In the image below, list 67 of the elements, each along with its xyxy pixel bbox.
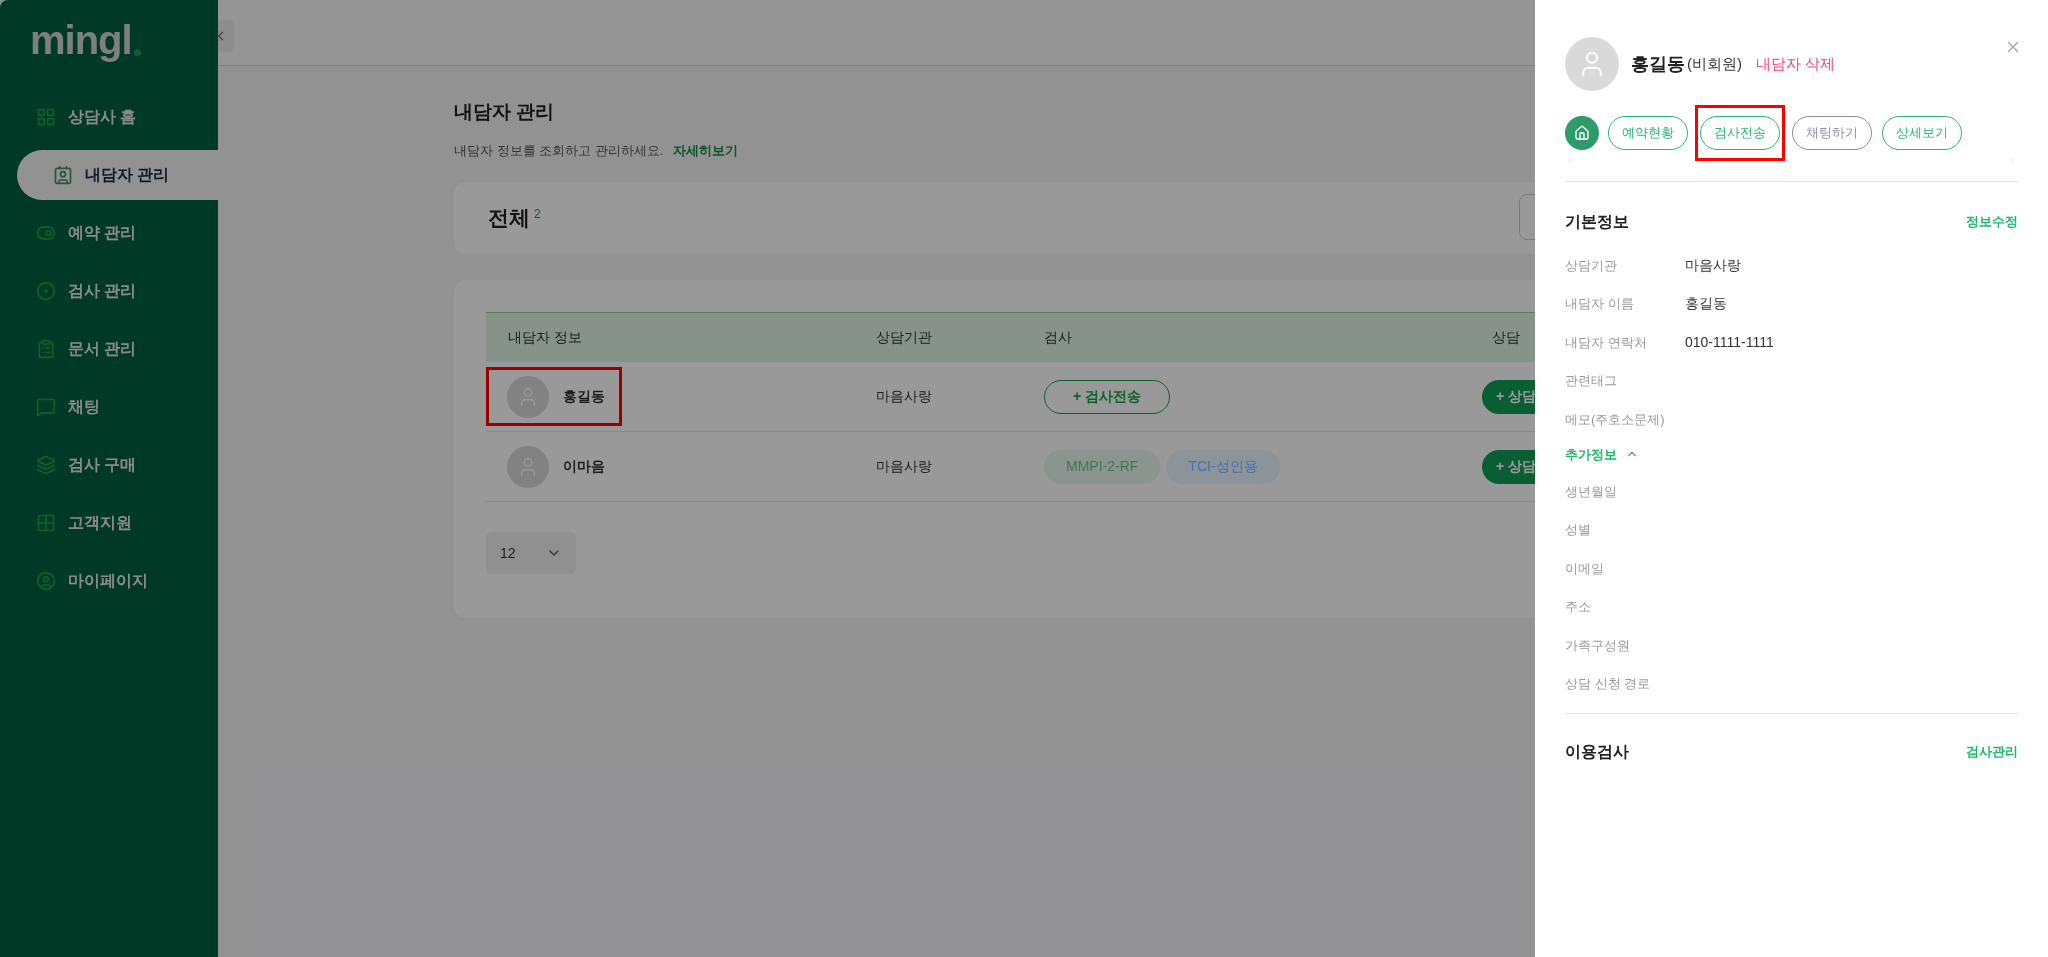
action-tab[interactable]: 상세보기: [1882, 116, 1962, 150]
help-link[interactable]: 자세히보기: [673, 140, 739, 160]
home-button[interactable]: [1565, 116, 1599, 150]
section-title: 이용검사: [1565, 742, 1629, 762]
menu-icon: [36, 513, 56, 533]
column-header: 상담: [1492, 328, 1520, 347]
column-header: 검사: [1044, 328, 1073, 347]
field-value: 010-1111-1111: [1685, 332, 1774, 352]
field-label: 내담자 이름: [1565, 295, 1635, 313]
action-tab[interactable]: 채팅하기: [1792, 116, 1872, 150]
drawer-client-name: 홍길동: [1631, 52, 1685, 76]
client-name: 홍길동: [563, 387, 605, 406]
test-manage-link[interactable]: 검사관리: [1966, 742, 2018, 762]
sidebar-item[interactable]: 예약 관리: [0, 208, 218, 258]
table-cell-text: 마음사랑: [876, 457, 933, 476]
table-cell-text: 마음사랑: [876, 387, 933, 406]
field-label: 관련태그: [1565, 372, 1618, 390]
sidebar-item[interactable]: 문서 관리: [0, 324, 218, 374]
field-label: 내담자 연락처: [1565, 333, 1648, 352]
client-name: 이마음: [563, 457, 605, 476]
send-test-button[interactable]: + 검사전송: [1044, 379, 1171, 414]
field-label: 성별: [1565, 521, 1591, 539]
menu-icon: [36, 571, 56, 591]
page-size-select[interactable]: 12: [486, 532, 576, 574]
home-icon: [1574, 125, 1590, 141]
sidebar-item[interactable]: 상담사 홈: [0, 92, 218, 142]
test-tag: TCI-성인용: [1166, 449, 1280, 484]
menu-icon: [36, 339, 56, 359]
field-label: 생년월일: [1565, 482, 1617, 501]
field-label: 이메일: [1565, 559, 1604, 578]
sidebar-item[interactable]: 검사 관리: [0, 266, 218, 316]
menu-icon: [36, 455, 56, 475]
delete-client-link[interactable]: 내담자 삭제: [1756, 52, 1836, 76]
page-description: 내담자 정보를 조회하고 관리하세요.: [454, 141, 664, 160]
menu-icon: [36, 107, 56, 127]
section-title: 기본정보: [1565, 212, 1629, 232]
field-value: 마음사랑: [1685, 255, 1741, 275]
add-counseling-button[interactable]: + 상담: [1482, 449, 1535, 484]
summary-label: 전체: [488, 205, 530, 232]
menu-icon: [36, 397, 56, 417]
field-label: 상담 신청 경로: [1565, 675, 1651, 693]
sidebar-item[interactable]: 마이페이지: [0, 556, 218, 606]
field-value: 홍길동: [1685, 294, 1727, 314]
field-label: 가족구성원: [1565, 636, 1630, 655]
avatar: [1565, 37, 1619, 91]
menu-icon: [36, 281, 56, 301]
summary-count: 2: [534, 206, 541, 223]
add-counseling-button[interactable]: + 상담: [1482, 379, 1535, 414]
edit-info-link[interactable]: 정보수정: [1966, 212, 2018, 232]
column-header: 내담자 정보: [507, 328, 583, 347]
extra-info-toggle[interactable]: 추가정보: [1565, 444, 1639, 464]
action-tab[interactable]: 예약현황: [1608, 116, 1688, 150]
field-label: 주소: [1565, 598, 1591, 616]
sidebar-item[interactable]: 검사 구매: [0, 440, 218, 490]
menu-icon: [53, 165, 73, 185]
page-title: 내담자 관리: [454, 100, 556, 124]
action-tab[interactable]: 검사전송: [1700, 116, 1780, 150]
field-label: 메모(주호소문제): [1565, 410, 1666, 429]
column-header: 상담기관: [876, 328, 933, 347]
sidebar-item[interactable]: 고객지원: [0, 498, 218, 548]
member-status: (비회원): [1687, 53, 1742, 74]
logo: mingl: [30, 20, 132, 60]
menu-icon: [36, 223, 56, 243]
field-label: 상담기관: [1565, 256, 1618, 275]
test-tag: MMPI-2-RF: [1044, 449, 1161, 484]
sidebar-item[interactable]: 내담자 관리: [17, 150, 220, 200]
sidebar-item[interactable]: 채팅: [0, 382, 218, 432]
